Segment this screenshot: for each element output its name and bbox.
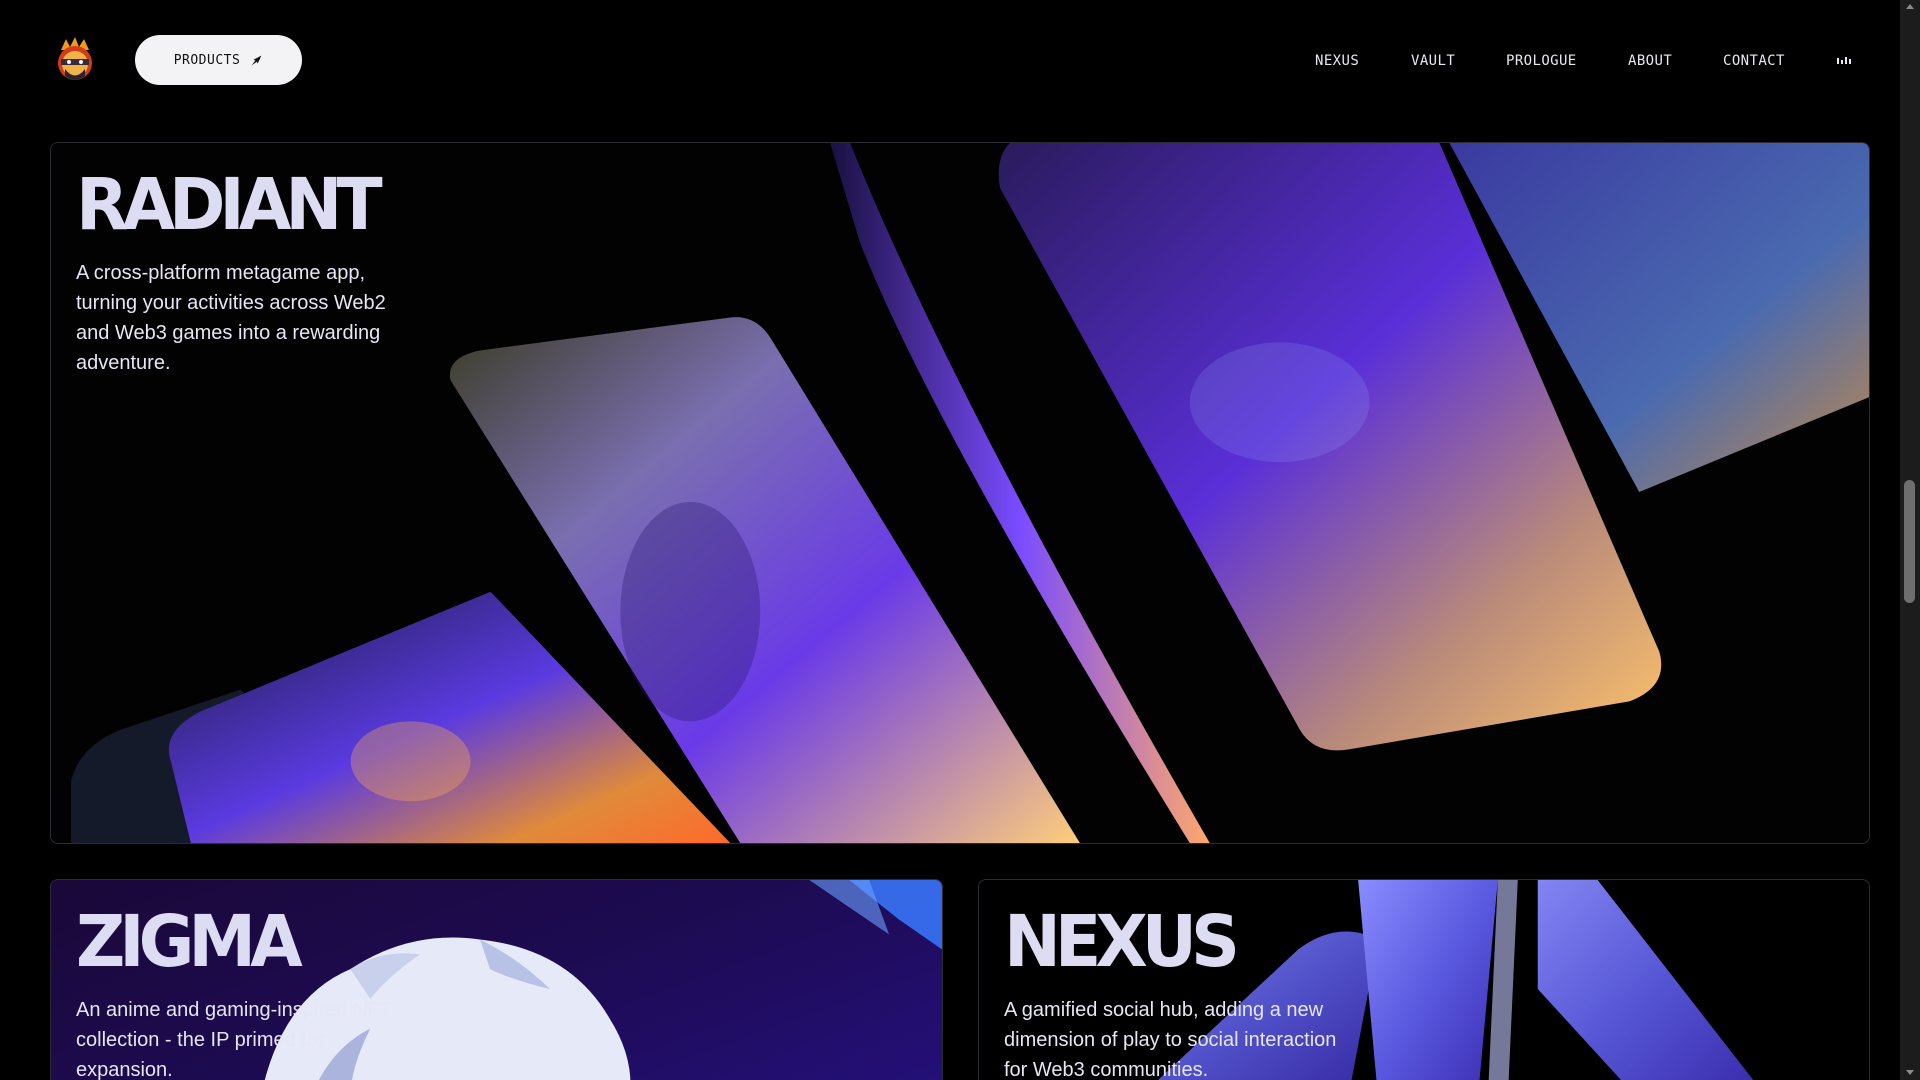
zigma-card[interactable]: ZIGMA An anime and gaming-inspired NFT c…: [50, 879, 943, 1080]
ninja-mascot-icon[interactable]: [53, 36, 97, 84]
nav-link-nexus[interactable]: NEXUS: [1315, 52, 1359, 70]
radiant-description: A cross-platform metagame app, turning y…: [76, 262, 386, 374]
nav-link-about[interactable]: ABOUT: [1628, 52, 1672, 70]
top-navbar: PRODUCTS NEXUS VAULT PROLOGUE ABOUT CONT…: [0, 0, 1900, 120]
audio-bars-icon[interactable]: [1837, 56, 1851, 64]
radiant-title: RADIANT: [76, 163, 383, 247]
products-button[interactable]: PRODUCTS: [135, 35, 302, 85]
zigma-title: ZIGMA: [76, 900, 303, 984]
nav-link-contact[interactable]: CONTACT: [1723, 52, 1785, 70]
nexus-card[interactable]: NEXUS A gamified social hub, adding a ne…: [978, 879, 1870, 1080]
radiant-card[interactable]: RADIANT A cross-platform metagame app, t…: [50, 142, 1870, 844]
nav-link-vault[interactable]: VAULT: [1411, 52, 1455, 70]
radiant-artwork: [51, 143, 1869, 843]
products-button-label: PRODUCTS: [173, 52, 241, 68]
nexus-description: A gamified social hub, adding a new dime…: [1004, 999, 1337, 1080]
scroll-down-arrow-icon[interactable]: [1906, 1070, 1914, 1075]
scroll-up-arrow-icon[interactable]: [1906, 4, 1914, 9]
nexus-title: NEXUS: [1004, 900, 1240, 984]
nav-link-prologue[interactable]: PROLOGUE: [1506, 52, 1577, 70]
zigma-description: An anime and gaming-inspired NFT collect…: [76, 999, 392, 1080]
arrow-up-right-icon: [251, 55, 262, 65]
scrollbar-thumb[interactable]: [1904, 480, 1915, 603]
